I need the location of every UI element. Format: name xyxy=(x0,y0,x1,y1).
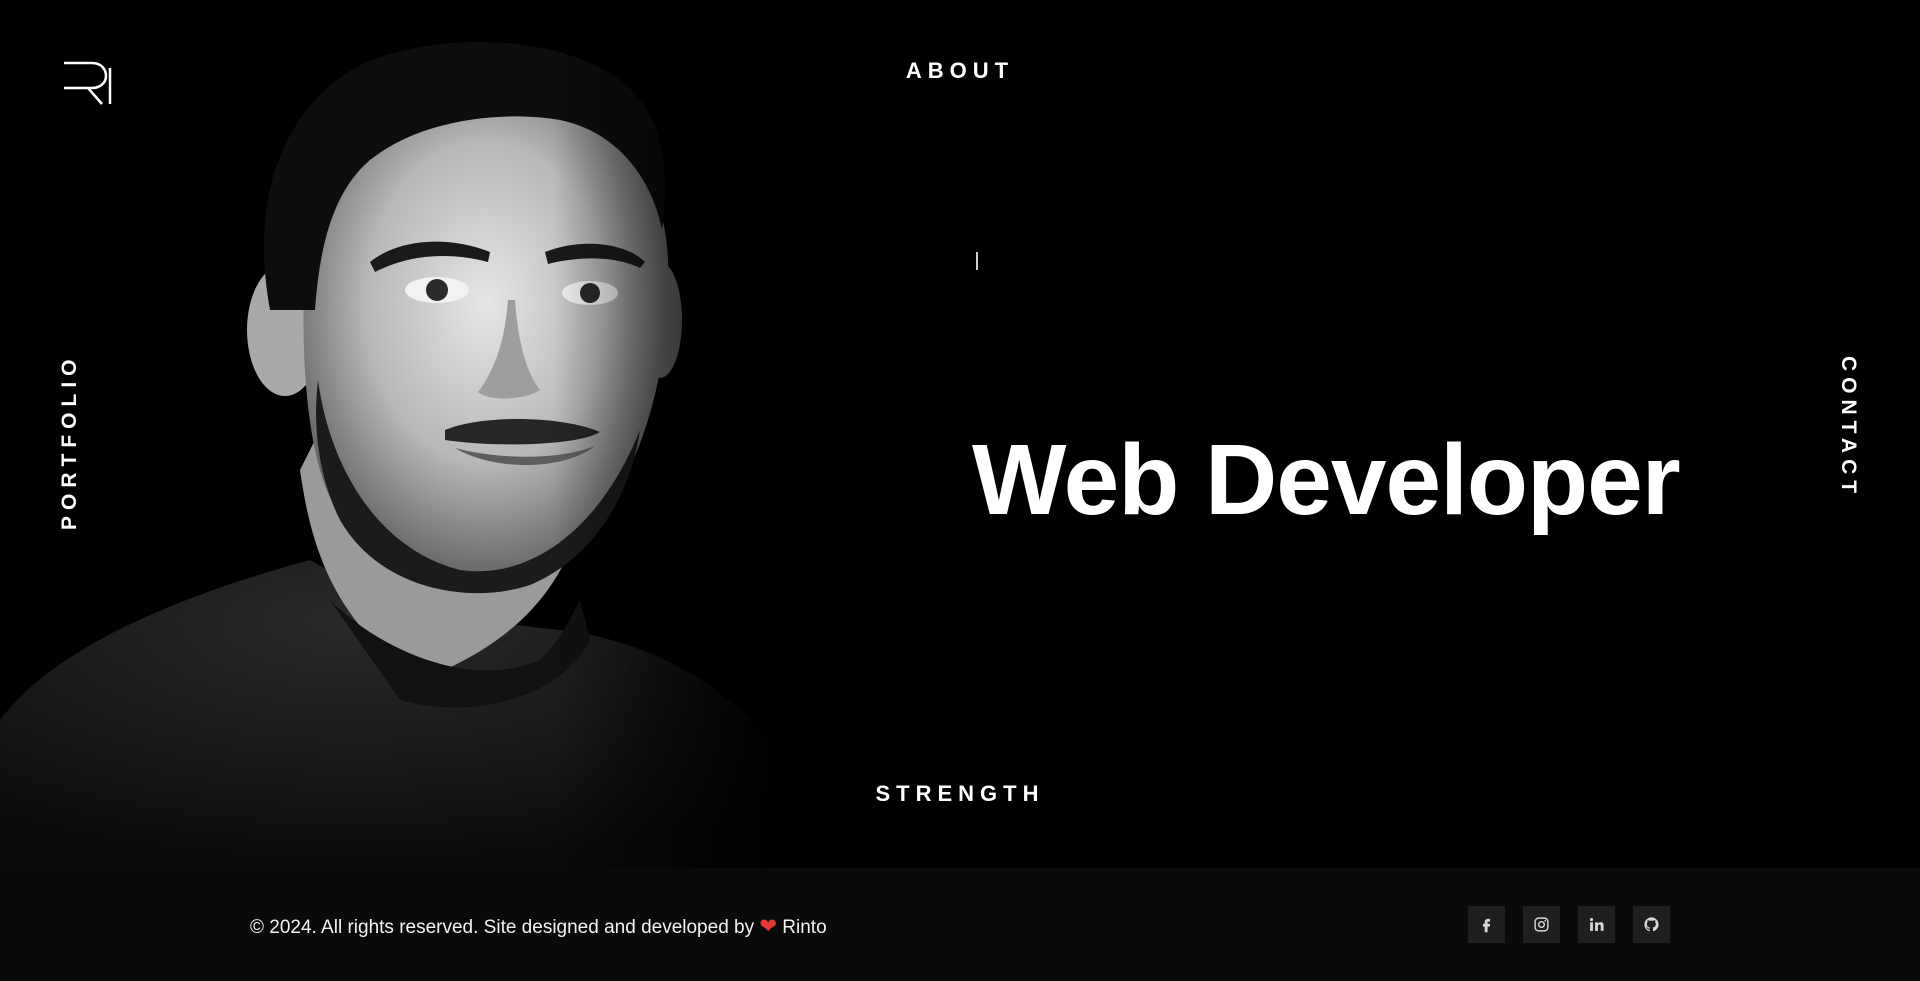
hero-section: ABOUT PORTFOLIO CONTACT Web Developer ST… xyxy=(0,0,1920,868)
copyright-text: © 2024. All rights reserved. Site design… xyxy=(250,917,755,938)
nav-contact-link[interactable]: CONTACT xyxy=(1836,356,1860,499)
portrait-image xyxy=(0,0,790,868)
nav-strength-label: STRENGTH xyxy=(875,781,1045,806)
footer-copyright: © 2024. All rights reserved. Site design… xyxy=(250,914,827,939)
typing-cursor xyxy=(976,252,978,270)
linkedin-icon[interactable] xyxy=(1578,906,1615,943)
nav-about-link[interactable]: ABOUT xyxy=(0,58,1920,84)
nav-contact-label: CONTACT xyxy=(1837,356,1860,500)
github-icon[interactable] xyxy=(1633,906,1670,943)
heart-icon: ❤ xyxy=(759,915,777,938)
instagram-icon[interactable] xyxy=(1523,906,1560,943)
nav-strength-link[interactable]: STRENGTH xyxy=(0,781,1920,807)
nav-about-label: ABOUT xyxy=(905,58,1015,83)
nav-portfolio-link[interactable]: PORTFOLIO xyxy=(58,354,82,531)
hero-headline: Web Developer xyxy=(972,424,1681,536)
facebook-icon[interactable] xyxy=(1468,906,1505,943)
nav-portfolio-label: PORTFOLIO xyxy=(58,353,81,531)
social-links xyxy=(1468,906,1670,943)
author-name: Rinto xyxy=(782,917,827,938)
